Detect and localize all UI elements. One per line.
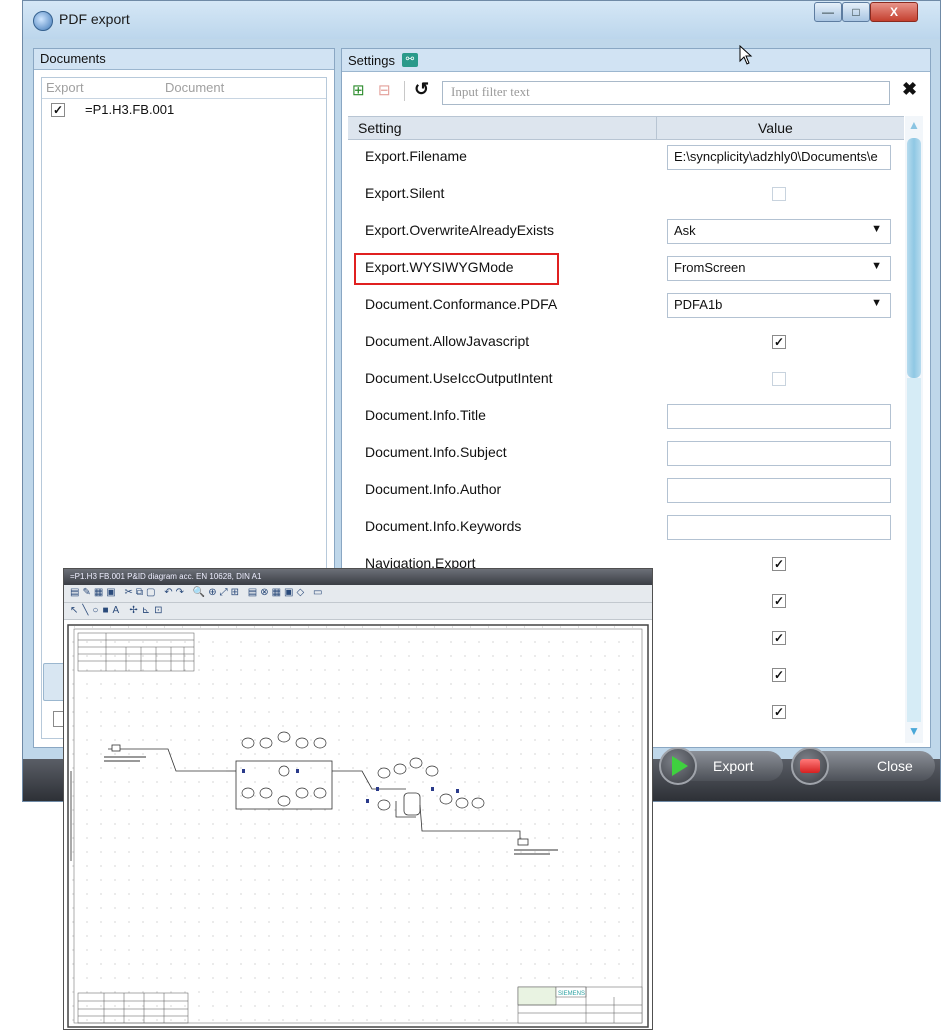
- editor-toolbar: ▤✎▦▣ ✂⧉▢ ↶↷ 🔍⊕⤢⊞ ▤⊗▦▣◇ ▭: [64, 585, 652, 603]
- play-icon: [672, 756, 688, 776]
- author-field[interactable]: [667, 478, 891, 503]
- setting-label: Document.Info.Subject: [365, 444, 507, 460]
- column-document[interactable]: Document: [165, 80, 224, 95]
- export-icon-circle: [659, 747, 697, 785]
- setting-label: Export.WYSIWYGMode: [365, 259, 514, 275]
- scrollbar-track[interactable]: [907, 378, 921, 722]
- pid-editor-window: =P1.H3 FB.001 P&ID diagram acc. EN 10628…: [63, 568, 653, 1030]
- filter-input[interactable]: Input filter text: [442, 81, 890, 105]
- editor-tab-bar[interactable]: =P1.H3 FB.001 P&ID diagram acc. EN 10628…: [64, 569, 652, 585]
- scroll-down-icon[interactable]: ▼: [907, 724, 921, 738]
- window-title: PDF export: [59, 11, 130, 27]
- setting-label: Export.Silent: [365, 185, 445, 201]
- editor-drawing-toolbar: ↖╲○■A ✢⊾⊡: [64, 603, 652, 620]
- add-icon[interactable]: ⊞: [352, 81, 365, 99]
- setting-checkbox[interactable]: ✓: [772, 668, 786, 682]
- pid-drawing-canvas[interactable]: SIEMENS: [66, 621, 650, 1029]
- settings-toolbar: ⊞ ⊟ ↺ Input filter text ✖: [342, 77, 930, 105]
- dropdown-value: FromScreen: [674, 260, 746, 275]
- export-button[interactable]: Export: [659, 747, 783, 785]
- setting-row-subject: Document.Info.Subject: [348, 435, 904, 472]
- settings-header: Settings ⚯: [342, 49, 930, 72]
- icc-checkbox[interactable]: [772, 372, 786, 386]
- document-name: =P1.H3.FB.001: [85, 102, 175, 117]
- setting-label: Export.OverwriteAlreadyExists: [365, 222, 555, 238]
- title-block: SIEMENS: [517, 986, 643, 1024]
- filename-field[interactable]: E:\syncplicity\adzhly0\Documents\e: [667, 145, 891, 170]
- chevron-down-icon: ▼: [871, 297, 882, 309]
- setting-label: Document.AllowJavascript: [365, 333, 530, 349]
- setting-label: Document.Info.Title: [365, 407, 486, 423]
- documents-column-header: Export Document: [42, 78, 326, 99]
- setting-row-author: Document.Info.Author: [348, 472, 904, 509]
- scrollbar-thumb[interactable]: [907, 138, 921, 378]
- settings-scrollbar[interactable]: ▲ ▼: [905, 116, 923, 743]
- allow-js-checkbox[interactable]: ✓: [772, 335, 786, 349]
- setting-row-keywords: Document.Info.Keywords: [348, 509, 904, 546]
- setting-label: Export.Filename: [365, 148, 467, 164]
- close-label: Close: [877, 758, 913, 774]
- navigation-checkbox[interactable]: ✓: [772, 557, 786, 571]
- setting-label: Document.Conformance.PDFA: [365, 296, 558, 312]
- cursor-icon: [739, 45, 753, 65]
- column-setting[interactable]: Setting: [358, 120, 402, 136]
- stop-icon: [800, 759, 820, 773]
- settings-title: Settings: [348, 53, 395, 68]
- documents-title: Documents: [40, 51, 106, 66]
- setting-label: Document.Info.Keywords: [365, 518, 522, 534]
- silent-checkbox[interactable]: [772, 187, 786, 201]
- close-icon-circle: [791, 747, 829, 785]
- title-bar[interactable]: PDF export — □ X: [23, 1, 940, 39]
- setting-checkbox[interactable]: ✓: [772, 705, 786, 719]
- chevron-down-icon: ▼: [871, 260, 882, 272]
- table-row[interactable]: ✓ =P1.H3.FB.001: [42, 100, 326, 122]
- setting-row-pdfa: Document.Conformance.PDFA PDFA1b ▼: [348, 287, 904, 324]
- remove-icon[interactable]: ⊟: [378, 81, 391, 99]
- editor-tab-title[interactable]: =P1.H3 FB.001 P&ID diagram acc. EN 10628…: [70, 572, 261, 581]
- dropdown-value: PDFA1b: [674, 297, 723, 312]
- toolbar-divider: [404, 81, 405, 101]
- editor-toolbar-icons[interactable]: ▤✎▦▣ ✂⧉▢ ↶↷ 🔍⊕⤢⊞ ▤⊗▦▣◇ ▭: [70, 587, 325, 598]
- subject-field[interactable]: [667, 441, 891, 466]
- column-divider: [656, 117, 657, 139]
- documents-header: Documents: [34, 49, 334, 70]
- setting-label: Document.Info.Author: [365, 481, 502, 497]
- wysiwyg-dropdown[interactable]: FromScreen ▼: [667, 256, 891, 281]
- column-export[interactable]: Export: [46, 80, 84, 95]
- setting-row-export-filename: Export.Filename E:\syncplicity\adzhly0\D…: [348, 139, 904, 176]
- maximize-button[interactable]: □: [842, 2, 870, 22]
- title-block-brand: SIEMENS: [558, 991, 585, 997]
- app-icon: [33, 11, 53, 31]
- column-value[interactable]: Value: [758, 120, 793, 136]
- setting-row-wysiwyg: Export.WYSIWYGMode FromScreen ▼: [348, 250, 904, 287]
- minimize-button[interactable]: —: [814, 2, 842, 22]
- scroll-up-icon[interactable]: ▲: [907, 118, 921, 132]
- close-button[interactable]: Close: [791, 747, 935, 785]
- dropdown-value: Ask: [674, 223, 696, 238]
- setting-row-allow-js: Document.AllowJavascript ✓: [348, 324, 904, 361]
- editor-drawing-tools[interactable]: ↖╲○■A ✢⊾⊡: [70, 605, 167, 616]
- close-window-button[interactable]: X: [870, 2, 918, 22]
- pdfa-dropdown[interactable]: PDFA1b ▼: [667, 293, 891, 318]
- setting-label: Document.UseIccOutputIntent: [365, 370, 553, 386]
- overwrite-dropdown[interactable]: Ask ▼: [667, 219, 891, 244]
- title-field[interactable]: [667, 404, 891, 429]
- chevron-down-icon: ▼: [871, 223, 882, 235]
- export-checkbox[interactable]: ✓: [51, 103, 65, 117]
- setting-row-overwrite: Export.OverwriteAlreadyExists Ask ▼: [348, 213, 904, 250]
- reset-icon[interactable]: ↺: [414, 79, 429, 100]
- setting-row-icc: Document.UseIccOutputIntent: [348, 361, 904, 398]
- setting-checkbox[interactable]: ✓: [772, 594, 786, 608]
- settings-link-icon[interactable]: ⚯: [402, 53, 418, 67]
- settings-grid-header: Setting Value: [348, 116, 904, 140]
- setting-checkbox[interactable]: ✓: [772, 631, 786, 645]
- clear-filter-icon[interactable]: ✖: [902, 79, 917, 100]
- setting-row-export-silent: Export.Silent: [348, 176, 904, 213]
- keywords-field[interactable]: [667, 515, 891, 540]
- setting-row-title: Document.Info.Title: [348, 398, 904, 435]
- export-label: Export: [713, 758, 754, 774]
